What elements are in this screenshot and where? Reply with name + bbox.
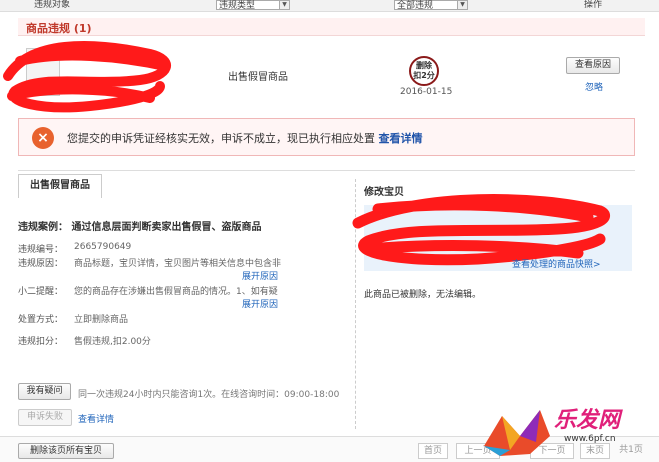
snapshot-link[interactable]: 查看处理的商品快照> — [512, 257, 601, 270]
alert-message: 您提交的申诉凭证经核实无效，申诉不成立，现已执行相应处置 查看详情 — [67, 130, 423, 146]
violation-case: 违规案例： 通过信息层面判断卖家出售假冒、盗版商品 — [18, 218, 261, 233]
alert-detail-link[interactable]: 查看详情 — [379, 132, 423, 145]
ask-question-button[interactable]: 我有疑问 — [18, 383, 71, 400]
col-violation-target: 违规对象 — [34, 0, 71, 10]
error-icon: × — [32, 127, 54, 149]
violation-type-select[interactable]: 违规类型 ▼ — [216, 0, 290, 11]
ignore-link[interactable]: 忽略 — [585, 80, 603, 93]
expand-reason-link[interactable]: 展开原因 — [242, 269, 278, 282]
case-value: 通过信息层面判断卖家出售假冒、盗版商品 — [71, 222, 262, 233]
pager-first[interactable]: 首页 — [418, 443, 448, 459]
edit-disabled-note: 此商品已被删除，无法编辑。 — [364, 290, 482, 300]
violation-all-select-label: 全部违规 — [397, 1, 434, 11]
field-staff-reminder: 小二提醒： 您的商品存在涉嫌出售假冒商品的情况。1、如有疑 — [18, 284, 278, 297]
stamp-points: 扣2分 — [413, 71, 435, 80]
expand-reminder-link[interactable]: 展开原因 — [242, 297, 278, 310]
view-reason-button[interactable]: 查看原因 — [566, 57, 620, 74]
violation-type-text: 出售假冒商品 — [228, 72, 288, 83]
field-value: 立即删除商品 — [74, 315, 129, 325]
field-deduction: 违规扣分： 售假违规,扣2.00分 — [18, 334, 151, 347]
violation-type-select-label: 违规类型 — [219, 1, 256, 11]
field-value: 商品标题，宝贝详情，宝贝图片等相关信息中包含非 — [74, 259, 282, 269]
violation-detail-panel: 出售假冒商品 违规案例： 通过信息层面判断卖家出售假冒、盗版商品 违规编号： 2… — [18, 170, 635, 432]
appeal-result-alert: × 您提交的申诉凭证经核实无效，申诉不成立，现已执行相应处置 查看详情 — [18, 118, 635, 156]
stamp-delete: 删除 — [416, 61, 432, 70]
field-label: 违规原因： — [18, 259, 64, 269]
col-action: 操作 — [584, 0, 603, 10]
field-violation-id: 违规编号： 2665790649 — [18, 242, 131, 255]
appeal-failed-button: 申诉失败 — [18, 409, 72, 426]
violation-all-select[interactable]: 全部违规 ▼ — [394, 0, 468, 11]
fox-logo-icon — [484, 410, 550, 456]
field-label: 违规编号： — [18, 245, 64, 255]
field-violation-reason: 违规原因： 商品标题，宝贝详情，宝贝图片等相关信息中包含非 — [18, 256, 281, 269]
watermark-logo: 乐发网 www.6pf.cn — [472, 400, 658, 460]
penalty-stamp: 删除 扣2分 — [409, 56, 439, 86]
consult-note: 同一次违规24小时内只能咨询1次。在线咨询时间：09:00-18:00 — [78, 390, 340, 400]
alert-text: 您提交的申诉凭证经核实无效，申诉不成立，现已执行相应处置 — [67, 132, 375, 145]
chevron-down-icon: ▼ — [457, 1, 467, 9]
field-label: 小二提醒： — [18, 287, 64, 297]
violation-date: 2016-01-15 — [400, 87, 453, 97]
watermark-url: www.6pf.cn — [564, 434, 616, 444]
view-detail-link[interactable]: 查看详情 — [78, 412, 114, 425]
tab-counterfeit[interactable]: 出售假冒商品 — [18, 174, 102, 198]
field-label: 处置方式： — [18, 315, 64, 325]
chevron-down-icon: ▼ — [279, 1, 289, 9]
field-label: 违规扣分： — [18, 337, 64, 347]
field-value: 您的商品存在涉嫌出售假冒商品的情况。1、如有疑 — [74, 287, 278, 297]
watermark-brand: 乐发网 — [554, 408, 621, 433]
delete-page-items-button[interactable]: 删除该页所有宝贝 — [18, 443, 114, 459]
field-value: 2665790649 — [74, 242, 132, 252]
table-header: 违规对象 违规类型 ▼ 全部违规 ▼ 操作 — [0, 0, 659, 12]
case-label: 违规案例： — [18, 222, 68, 233]
redaction-scribble — [3, 41, 171, 113]
field-value: 售假违规,扣2.00分 — [74, 337, 151, 347]
group-title: 商品违规 (1) — [26, 22, 92, 35]
field-disposal: 处置方式： 立即删除商品 — [18, 312, 128, 325]
group-header: 商品违规 (1) — [18, 18, 645, 36]
